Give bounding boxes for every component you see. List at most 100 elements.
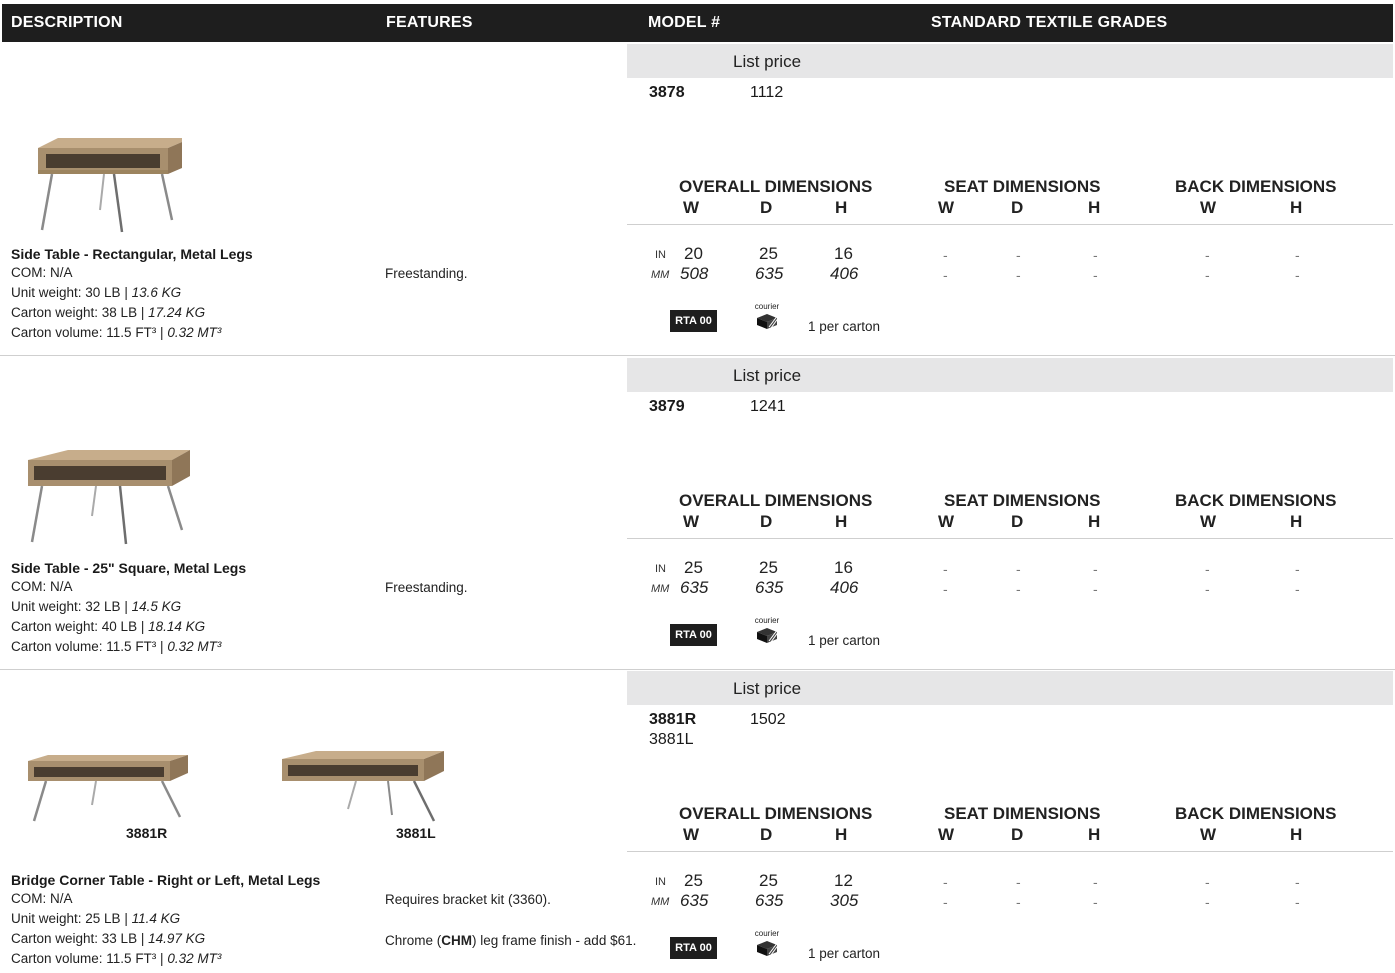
in-h: 12 — [834, 871, 853, 890]
dash: - — [943, 581, 948, 597]
in-d: 25 — [759, 558, 778, 577]
dash: - — [1295, 247, 1300, 263]
seat-dimensions-label: SEAT DIMENSIONS — [944, 804, 1101, 823]
dash: - — [1016, 894, 1021, 910]
dash: - — [943, 247, 948, 263]
dash: - — [1093, 267, 1098, 283]
seat-dimensions-label: SEAT DIMENSIONS — [944, 177, 1101, 196]
dim-w: W — [683, 198, 700, 217]
rta-badge: RTA 00 — [670, 624, 717, 646]
dash: - — [1205, 894, 1210, 910]
dash: - — [1016, 247, 1021, 263]
rta-badge: RTA 00 — [670, 310, 717, 332]
dash: - — [1093, 581, 1098, 597]
back-h: H — [1290, 198, 1303, 217]
product-row-3879: List price 3879 1241 Side Table - 25" Sq… — [0, 358, 1395, 670]
model-number[interactable]: 3881R — [649, 711, 696, 729]
list-price-band: List price — [627, 44, 1393, 78]
seat-w: W — [938, 825, 955, 844]
dash: - — [1205, 874, 1210, 890]
carton-weight: Carton weight: 33 LB | 14.97 KG — [11, 931, 206, 946]
side-table-square-image — [28, 450, 190, 545]
list-price-label: List price — [733, 366, 802, 385]
dim-w: W — [683, 512, 700, 531]
bridge-table-right-image — [28, 755, 188, 822]
unit-weight: Unit weight: 32 LB | 14.5 KG — [11, 599, 182, 614]
seat-h: H — [1088, 198, 1101, 217]
back-w: W — [1200, 198, 1217, 217]
back-dimensions-label: BACK DIMENSIONS — [1175, 177, 1337, 196]
per-carton: 1 per carton — [808, 319, 881, 334]
in-h: 16 — [834, 244, 853, 263]
dim-h: H — [835, 825, 848, 844]
unit-mm: MM — [651, 269, 670, 281]
bridge-table-left-image — [282, 751, 444, 822]
seat-w: W — [938, 198, 955, 217]
courier-icon: courier — [747, 616, 787, 646]
list-price-value: 1241 — [750, 398, 786, 415]
com-text: COM: N/A — [11, 265, 73, 280]
feature-text: Requires bracket kit (3360). — [385, 892, 551, 907]
in-w: 25 — [684, 871, 703, 890]
com-text: COM: N/A — [11, 579, 73, 594]
model-number[interactable]: 3878 — [649, 84, 685, 102]
carton-weight: Carton weight: 40 LB | 18.14 KG — [11, 619, 206, 634]
product-specs: COM: N/A Unit weight: 30 LB | 13.6 KG Ca… — [11, 263, 221, 343]
list-price-band: List price — [627, 671, 1393, 705]
unit-weight: Unit weight: 30 LB | 13.6 KG — [11, 285, 182, 300]
mm-w: 635 — [680, 578, 709, 597]
back-w: W — [1200, 512, 1217, 531]
com-text: COM: N/A — [11, 891, 73, 906]
dim-w: W — [683, 825, 700, 844]
mm-w: 635 — [680, 891, 709, 910]
header-textile-grades: STANDARD TEXTILE GRADES — [931, 14, 1168, 31]
mm-h: 406 — [830, 264, 859, 283]
dim-h: H — [835, 198, 848, 217]
feature-text: Freestanding. — [385, 266, 468, 281]
feature-text: Freestanding. — [385, 580, 468, 595]
dash: - — [943, 874, 948, 890]
side-table-rect-image — [38, 138, 182, 233]
dash: - — [1295, 267, 1300, 283]
list-price-label: List price — [733, 679, 802, 698]
dim-d: D — [760, 512, 773, 531]
in-d: 25 — [759, 244, 778, 263]
dash: - — [1093, 874, 1098, 890]
list-price-value: 1502 — [750, 711, 786, 728]
mm-h: 305 — [830, 891, 859, 910]
product-title: Bridge Corner Table - Right or Left, Met… — [11, 872, 321, 888]
mm-d: 635 — [755, 891, 784, 910]
dash: - — [943, 894, 948, 910]
carton-weight: Carton weight: 38 LB | 17.24 KG — [11, 305, 206, 320]
dash: - — [1295, 561, 1300, 577]
mm-h: 406 — [830, 578, 859, 597]
back-h: H — [1290, 512, 1303, 531]
dash: - — [1016, 561, 1021, 577]
dim-d: D — [760, 825, 773, 844]
product-title: Side Table - Rectangular, Metal Legs — [11, 246, 253, 262]
header-features: FEATURES — [386, 14, 473, 31]
table-header: DESCRIPTION FEATURES MODEL # STANDARD TE… — [2, 4, 1393, 42]
product-title: Side Table - 25" Square, Metal Legs — [11, 560, 247, 576]
courier-icon: courier — [747, 302, 787, 332]
dash: - — [943, 561, 948, 577]
model-number[interactable]: 3879 — [649, 398, 685, 416]
mm-d: 635 — [755, 264, 784, 283]
dash: - — [1295, 581, 1300, 597]
courier-icon: courier — [747, 929, 787, 959]
carton-volume: Carton volume: 11.5 FT³ | 0.32 MT³ — [11, 639, 222, 654]
overall-dimensions-label: OVERALL DIMENSIONS — [679, 177, 873, 196]
back-w: W — [1200, 825, 1217, 844]
dash: - — [1093, 894, 1098, 910]
in-w: 25 — [684, 558, 703, 577]
dash: - — [1093, 561, 1098, 577]
feature-chrome-finish: Chrome (CHM) leg frame finish - add $61. — [385, 933, 637, 948]
dim-h: H — [835, 512, 848, 531]
seat-d: D — [1011, 198, 1024, 217]
seat-dimensions-label: SEAT DIMENSIONS — [944, 491, 1101, 510]
dash: - — [943, 267, 948, 283]
dash: - — [1205, 247, 1210, 263]
dash: - — [1295, 894, 1300, 910]
model-number-alt[interactable]: 3881L — [649, 731, 694, 749]
back-h: H — [1290, 825, 1303, 844]
